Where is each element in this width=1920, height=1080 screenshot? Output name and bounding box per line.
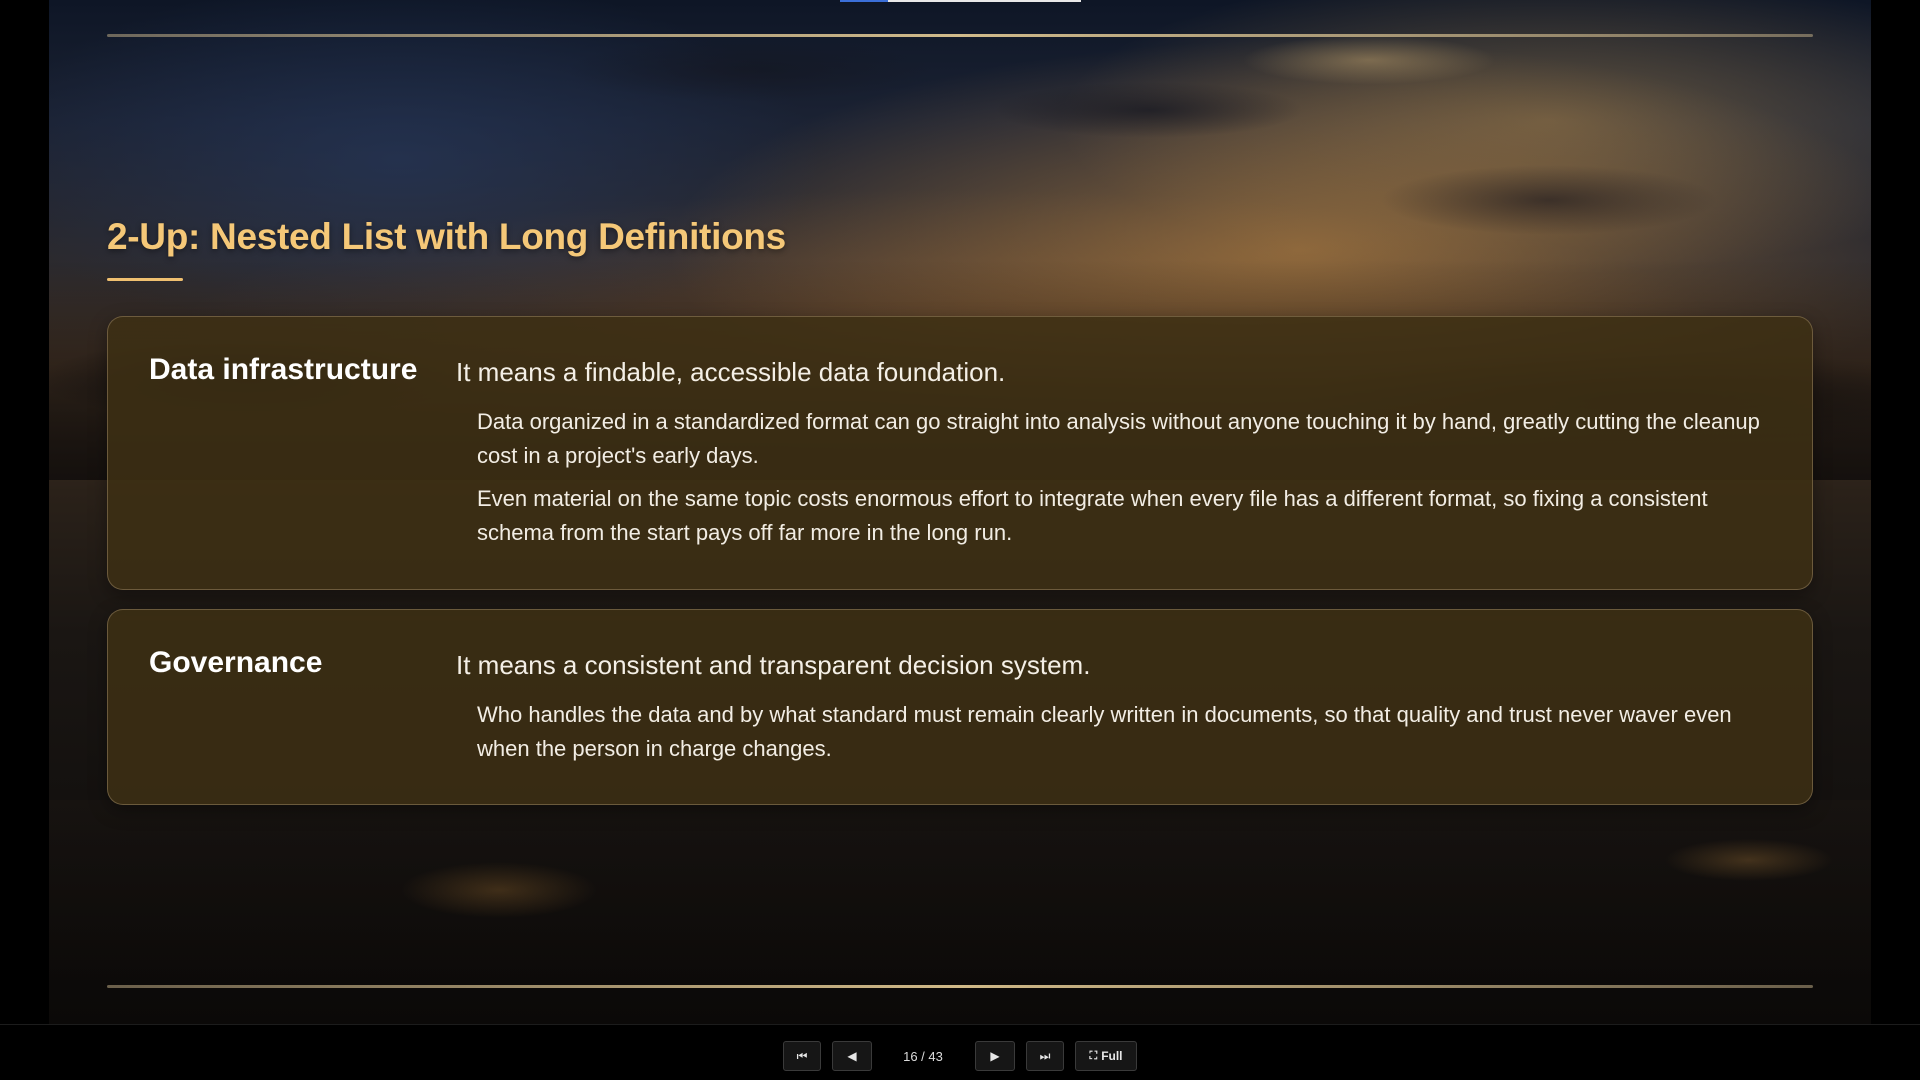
detail-text: Even material on the same topic costs en… bbox=[477, 486, 1708, 545]
fullscreen-icon: ⛶ bbox=[1089, 1049, 1098, 1062]
term-label: Data infrastructure bbox=[149, 353, 418, 386]
presentation-viewer: 2-Up: Nested List with Long Definitions … bbox=[0, 0, 1920, 1080]
fullscreen-button[interactable]: ⛶ Full bbox=[1075, 1041, 1137, 1071]
detail-text: Data organized in a standardized format … bbox=[477, 409, 1760, 468]
slide-counter: 16 / 43 bbox=[903, 1048, 943, 1064]
play-next-icon: ▶ bbox=[990, 1049, 1000, 1063]
ground-background bbox=[49, 800, 1871, 1024]
bottom-divider bbox=[107, 985, 1813, 988]
progress-fill bbox=[840, 0, 889, 2]
first-slide-button[interactable]: ⏮ bbox=[783, 1041, 821, 1071]
fullscreen-label: Full bbox=[1101, 1049, 1123, 1063]
definition-text: It means a consistent and transparent de… bbox=[456, 650, 1091, 680]
detail-text: Who handles the data and by what standar… bbox=[477, 702, 1732, 761]
slide-progress-bar bbox=[840, 0, 1081, 2]
skip-to-start-icon: ⏮ bbox=[796, 1048, 808, 1063]
top-divider bbox=[107, 34, 1813, 37]
previous-slide-button[interactable]: ◀ bbox=[832, 1041, 872, 1071]
playback-controls: ⏮ ◀ 16 / 43 ▶ ⏭ ⛶ Full bbox=[0, 1024, 1920, 1080]
term-label: Governance bbox=[149, 646, 323, 679]
previous-icon: ◀ bbox=[847, 1049, 857, 1063]
title-underline bbox=[107, 278, 183, 281]
definition-card-governance: Governance It means a consistent and tra… bbox=[107, 609, 1813, 805]
definition-card-data-infrastructure: Data infrastructure It means a findable,… bbox=[107, 316, 1813, 590]
slide-stage: 2-Up: Nested List with Long Definitions … bbox=[49, 0, 1871, 1024]
last-slide-button[interactable]: ⏭ bbox=[1026, 1041, 1064, 1071]
definition-text: It means a findable, accessible data fou… bbox=[456, 357, 1006, 387]
next-slide-button[interactable]: ▶ bbox=[975, 1041, 1015, 1071]
slide-title: 2-Up: Nested List with Long Definitions bbox=[107, 216, 786, 257]
skip-to-end-icon: ⏭ bbox=[1039, 1048, 1051, 1063]
